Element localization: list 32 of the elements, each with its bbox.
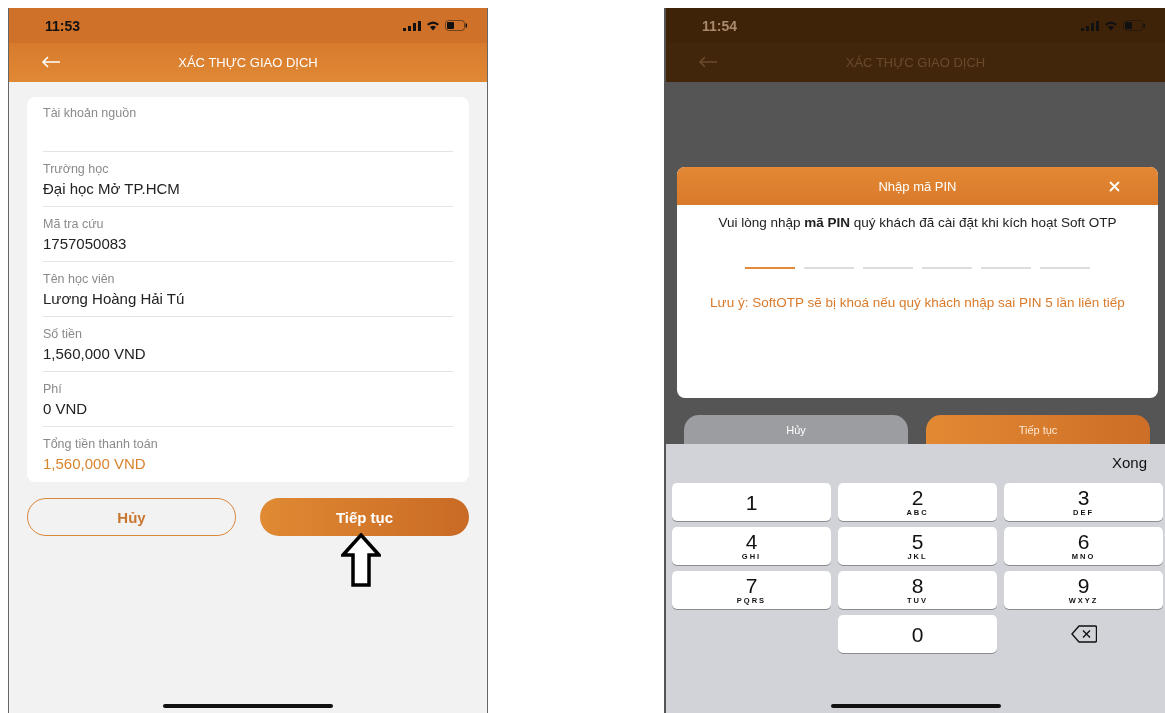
- up-arrow-icon: [341, 533, 381, 587]
- warning-text: Lưu ý: SoftOTP sẽ bị khoá nếu quý khách nhập sai PIN 5 lần liên tiếp: [710, 295, 1125, 310]
- keypad-key[interactable]: 1: [672, 483, 831, 521]
- field-label: Mã tra cứu: [43, 216, 104, 231]
- battery-icon: [1123, 20, 1145, 31]
- field-value: Đại học Mở TP.HCM: [43, 179, 180, 197]
- field-label: Phí: [43, 381, 62, 396]
- field-value: 1,560,000 VND: [43, 344, 146, 362]
- field-value: 1757050083: [43, 234, 127, 252]
- status-time: 11:54: [702, 17, 738, 34]
- field-value: 0 VND: [43, 399, 88, 417]
- field-label: Tên học viên: [43, 271, 115, 286]
- backspace-icon[interactable]: [1070, 625, 1097, 643]
- screen-title: XÁC THỰC GIAO DỊCH: [178, 55, 318, 70]
- field-label: Trường học: [43, 161, 109, 176]
- wifi-icon: [1104, 20, 1118, 31]
- field-label: Tổng tiền thanh toán: [43, 437, 158, 451]
- close-icon[interactable]: [1109, 181, 1120, 192]
- field-value: Lương Hoàng Hải Tú: [43, 289, 185, 307]
- status-time: 11:53: [45, 17, 81, 34]
- signal-icon: [403, 20, 421, 31]
- wifi-icon: [426, 20, 440, 31]
- field-label: Tài khoản nguồn: [43, 106, 137, 120]
- battery-icon: [445, 20, 467, 31]
- done-button[interactable]: Xong: [1111, 453, 1147, 471]
- keypad-key[interactable]: 0: [838, 615, 997, 653]
- field-label: Số tiền: [43, 326, 82, 341]
- signal-icon: [1081, 20, 1099, 31]
- field-value: 1,560,000 VND: [43, 455, 146, 472]
- pin-instruction: Vui lòng nhập mã PIN quý khách đã cài đặt khi kích hoạt Soft OTP: [718, 215, 1117, 230]
- back-arrow-icon[interactable]: [698, 56, 718, 68]
- dialog-title: Nhập mã PIN: [878, 178, 957, 194]
